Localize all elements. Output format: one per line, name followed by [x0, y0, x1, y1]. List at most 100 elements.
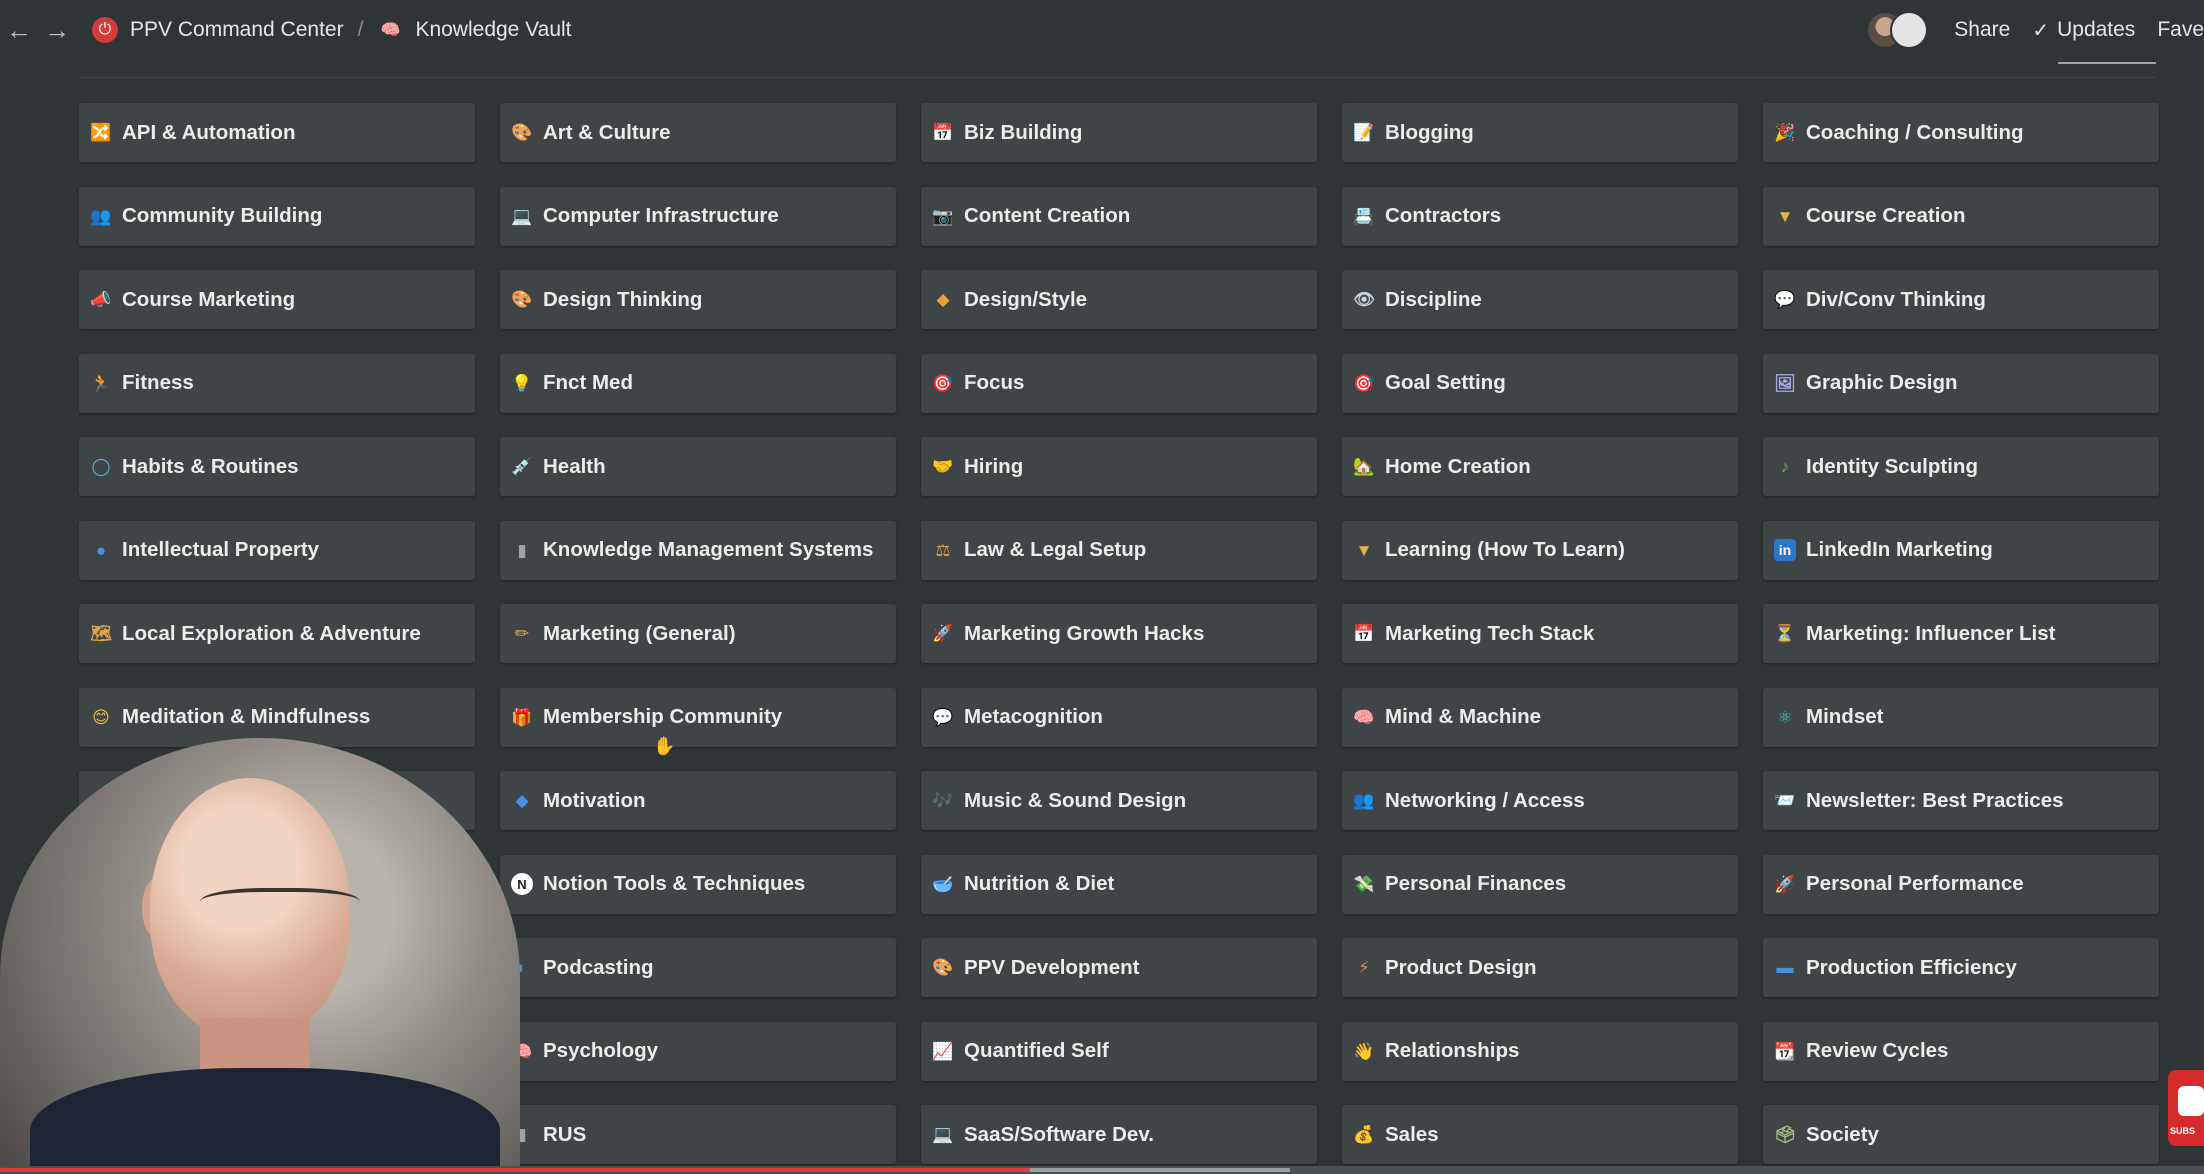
card-title: Art & Culture [543, 120, 671, 144]
page-icon: ◆ [515, 791, 529, 810]
page-icon: ⚖ [935, 540, 951, 560]
page-icon: 📝 [1353, 123, 1375, 142]
page-icon: 🔀 [90, 123, 112, 142]
gallery-card[interactable]: 🚀 Personal Performance [1763, 854, 2159, 914]
page-icon: 📣 [90, 290, 112, 309]
gallery-card[interactable]: 📅 Marketing Tech Stack [1342, 604, 1738, 663]
gallery-card[interactable]: 💬 Div/Conv Thinking [1763, 270, 2159, 329]
gallery-card[interactable]: ▼ Course Creation [1763, 186, 2159, 246]
gallery-card[interactable]: 💰 Sales [1342, 1105, 1738, 1164]
page-icon: ▼ [1776, 206, 1794, 226]
favorites-button[interactable]: Fave [2157, 18, 2204, 42]
gallery-card[interactable]: ⚖ Law & Legal Setup [921, 520, 1317, 580]
gallery-card[interactable]: 💻 Computer Infrastructure [500, 186, 896, 246]
gallery-card[interactable]: ⏳ Marketing: Influencer List [1763, 604, 2159, 663]
card-title: Coaching / Consulting [1806, 120, 2024, 144]
card-title: Habits & Routines [122, 454, 299, 478]
share-button[interactable]: Share [1954, 18, 2010, 42]
page-icon: 🎉 [1774, 123, 1796, 142]
gallery-card[interactable]: 🎨 Design Thinking [500, 270, 896, 329]
page-icon: 🎨 [511, 123, 533, 142]
forward-arrow-icon[interactable]: → [44, 15, 70, 45]
gallery-card[interactable]: 🧠 Mind & Machine [1342, 687, 1738, 747]
gallery-card[interactable]: 🎉 Coaching / Consulting [1763, 103, 2159, 162]
card-title: Discipline [1385, 287, 1482, 311]
gallery-card[interactable]: 📝 Blogging [1342, 103, 1738, 162]
gallery-card[interactable]: 🎯 Goal Setting [1342, 353, 1738, 413]
gallery-card[interactable]: 🎯 Focus [921, 353, 1317, 413]
youtube-subscribe-badge[interactable]: SUBS [2168, 1070, 2204, 1146]
collaborator-avatars[interactable] [1866, 11, 1929, 49]
card-title: Identity Sculpting [1806, 454, 1978, 478]
page-icon: in [1774, 539, 1796, 561]
breadcrumb-current-label: Knowledge Vault [415, 18, 572, 41]
card-title: Nutrition & Diet [964, 872, 1115, 895]
gallery-card[interactable]: 👋 Relationships [1342, 1021, 1738, 1081]
gallery-card[interactable]: 🏡 Home Creation [1342, 437, 1738, 496]
gallery-card[interactable]: 👁 Discipline [1342, 270, 1738, 329]
gallery-card[interactable]: ▼ Learning (How To Learn) [1342, 520, 1738, 580]
brain-icon: 🧠 [380, 22, 401, 39]
gallery-card[interactable]: 📈 Quantified Self [921, 1021, 1317, 1081]
gallery-card[interactable]: ⚡ Product Design [1342, 938, 1738, 997]
gallery-card[interactable]: 🎨 Art & Culture [500, 103, 896, 162]
gallery-card[interactable]: 💉 Health [500, 437, 896, 496]
back-arrow-icon[interactable]: ← [6, 15, 32, 45]
gallery-card[interactable]: ✏ Marketing (General) [500, 604, 896, 663]
page-icon: ✏ [514, 624, 530, 643]
gallery-card[interactable]: 👥 Networking / Access [1342, 771, 1738, 830]
avatar [1890, 11, 1929, 49]
gallery-card[interactable]: ◆ Motivation [500, 771, 896, 830]
gallery-card[interactable]: 🎶 Music & Sound Design [921, 771, 1317, 830]
gallery-card[interactable]: 🔀 API & Automation [79, 103, 475, 162]
gallery-card[interactable]: 📷 Content Creation [921, 186, 1317, 246]
gallery-card[interactable]: ♪ Identity Sculpting [1763, 437, 2159, 496]
gallery-card[interactable]: 🤝 Hiring [921, 437, 1317, 496]
gallery-card[interactable]: ▮ Knowledge Management Systems [500, 520, 896, 580]
gallery-card[interactable]: 💡 Fnct Med [500, 353, 896, 413]
page-icon: ▼ [1355, 540, 1373, 560]
card-title: Graphic Design [1806, 371, 1958, 394]
gallery-card[interactable]: 🧠 Psychology [500, 1021, 896, 1081]
gallery-card[interactable]: 💻 SaaS/Software Dev. [921, 1105, 1317, 1164]
card-title: Goal Setting [1385, 371, 1506, 394]
gallery-card[interactable]: 🎁 Membership Community [500, 687, 896, 747]
gallery-card[interactable]: ◐ Podcasting [500, 938, 896, 997]
gallery-card[interactable]: 👥 Community Building [79, 186, 475, 246]
breadcrumb-current[interactable]: 🧠 Knowledge Vault [377, 17, 571, 43]
gallery-card[interactable]: 💬 Metacognition [921, 687, 1317, 747]
breadcrumb-root[interactable]: ⏻ PPV Command Center [92, 17, 344, 43]
progress-segment [0, 1168, 1030, 1172]
page-icon: 🎯 [932, 373, 954, 393]
gallery-card[interactable]: 🚀 Marketing Growth Hacks [921, 604, 1317, 663]
gallery-card[interactable]: 🥣 Nutrition & Diet [921, 854, 1317, 914]
page-icon: 😊 [92, 707, 110, 727]
gallery-card[interactable]: 📣 Course Marketing [79, 270, 475, 329]
card-title: Society [1806, 1122, 1879, 1146]
card-title: Biz Building [964, 120, 1083, 144]
gallery-card[interactable]: 🗳 Society [1763, 1105, 2159, 1164]
card-title: Design Thinking [543, 287, 703, 311]
updates-active-indicator [2058, 62, 2156, 64]
gallery-card[interactable]: ▮ RUS [500, 1105, 896, 1164]
gallery-card[interactable]: ◆ Design/Style [921, 270, 1317, 329]
gallery-card[interactable]: in LinkedIn Marketing [1763, 520, 2159, 580]
gallery-card[interactable]: 🗺 Local Exploration & Adventure [79, 604, 475, 663]
gallery-card[interactable]: 🖼 Graphic Design [1763, 353, 2159, 413]
gallery-card[interactable]: 🎨 PPV Development [921, 938, 1317, 997]
gallery-card[interactable]: ⚛ Mindset [1763, 687, 2159, 747]
video-progress-bar[interactable] [0, 1166, 2204, 1174]
gallery-card[interactable]: ● Intellectual Property [79, 520, 475, 580]
gallery-card[interactable]: 💸 Personal Finances [1342, 854, 1738, 914]
updates-button[interactable]: ✓ Updates [2032, 18, 2135, 43]
gallery-card[interactable]: 📨 Newsletter: Best Practices [1763, 771, 2159, 830]
gallery-card[interactable]: ▬ Production Efficiency [1763, 938, 2159, 997]
card-title: Fitness [122, 371, 194, 394]
gallery-card[interactable]: 📆 Review Cycles [1763, 1021, 2159, 1081]
gallery-card[interactable]: 📇 Contractors [1342, 186, 1738, 246]
gallery-card[interactable]: 🏃 Fitness [79, 353, 475, 413]
gallery-card[interactable]: N Notion Tools & Techniques [500, 854, 896, 914]
gallery-card[interactable]: 📅 Biz Building [921, 103, 1317, 162]
gallery-card[interactable]: ◯ Habits & Routines [79, 437, 475, 496]
mouse-cursor-icon: ✋ [653, 736, 676, 756]
